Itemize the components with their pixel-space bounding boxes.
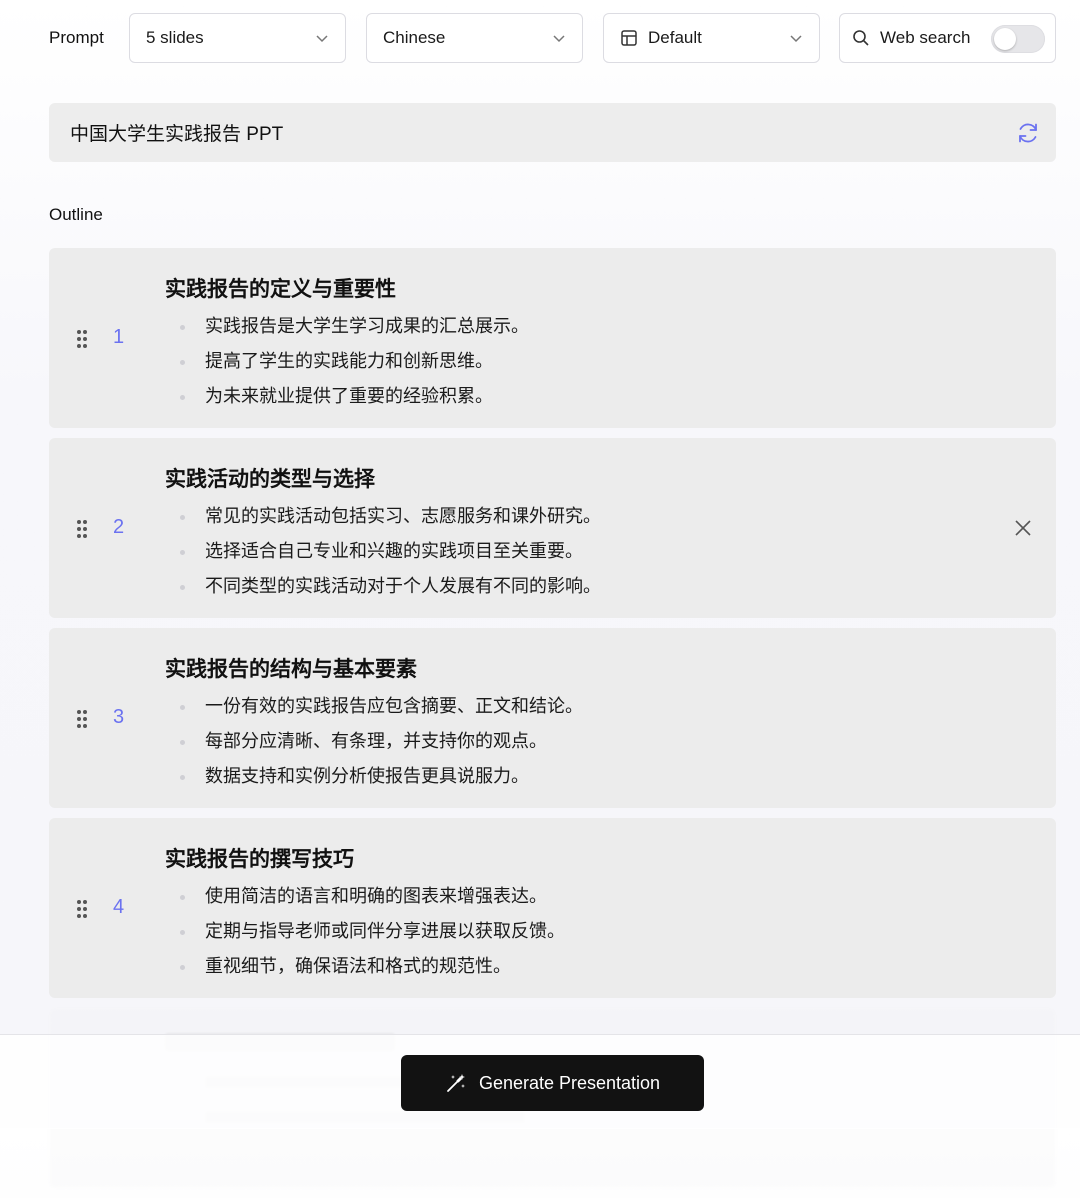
- web-search-label: Web search: [880, 28, 971, 47]
- slide-number: 1: [113, 326, 125, 348]
- slides-count-select[interactable]: 5 slides: [129, 13, 346, 63]
- bullet-list: 常见的实践活动包括实习、志愿服务和课外研究。 选择适合自己专业和兴趣的实践项目至…: [165, 499, 601, 604]
- bullet-item[interactable]: 提高了学生的实践能力和创新思维。: [165, 344, 529, 379]
- bullet-list: 使用简洁的语言和明确的图表来增强表达。 定期与指导老师或同伴分享进展以获取反馈。…: [165, 879, 565, 984]
- outline-card: 4 实践报告的撰写技巧 使用简洁的语言和明确的图表来增强表达。 定期与指导老师或…: [49, 818, 1056, 998]
- slide-number: 2: [113, 516, 125, 538]
- slides-count-value: 5 slides: [146, 28, 204, 47]
- bullet-item[interactable]: 为未来就业提供了重要的经验积累。: [165, 379, 529, 414]
- web-search-control: Web search: [839, 13, 1056, 63]
- bullet-list: 一份有效的实践报告应包含摘要、正文和结论。 每部分应清晰、有条理，并支持你的观点…: [165, 689, 583, 794]
- search-icon: [853, 30, 869, 46]
- prompt-label: Prompt: [49, 28, 104, 47]
- outline-card: 1 实践报告的定义与重要性 实践报告是大学生学习成果的汇总展示。 提高了学生的实…: [49, 248, 1056, 428]
- bullet-item[interactable]: 每部分应清晰、有条理，并支持你的观点。: [165, 724, 583, 759]
- bullet-item[interactable]: 一份有效的实践报告应包含摘要、正文和结论。: [165, 689, 583, 724]
- chevron-down-icon: [790, 35, 802, 43]
- toggle-knob: [994, 28, 1016, 50]
- outline-heading: Outline: [49, 205, 103, 224]
- language-select[interactable]: Chinese: [366, 13, 583, 63]
- chevron-down-icon: [316, 35, 328, 43]
- slide-title[interactable]: 实践活动的类型与选择: [165, 463, 375, 493]
- web-search-toggle[interactable]: [991, 25, 1045, 53]
- slide-title[interactable]: 实践报告的定义与重要性: [165, 273, 396, 303]
- slide-number: 4: [113, 896, 125, 918]
- toolbar: Prompt 5 slides Chinese Default Web sear…: [49, 13, 1056, 63]
- generate-button-label: Generate Presentation: [478, 1072, 661, 1093]
- bullet-item[interactable]: 重视细节，确保语法和格式的规范性。: [165, 949, 565, 984]
- bullet-list: 实践报告是大学生学习成果的汇总展示。 提高了学生的实践能力和创新思维。 为未来就…: [165, 309, 529, 414]
- language-value: Chinese: [383, 28, 446, 47]
- close-icon[interactable]: [1014, 519, 1032, 537]
- bullet-item[interactable]: 选择适合自己专业和兴趣的实践项目至关重要。: [165, 534, 601, 569]
- chevron-down-icon: [553, 35, 565, 43]
- drag-handle-icon[interactable]: [76, 329, 88, 349]
- drag-handle-icon[interactable]: [76, 899, 88, 919]
- slide-number: 3: [113, 706, 125, 728]
- outline-card: 2 实践活动的类型与选择 常见的实践活动包括实习、志愿服务和课外研究。 选择适合…: [49, 438, 1056, 618]
- generate-presentation-button[interactable]: Generate Presentation: [401, 1055, 704, 1111]
- outline-card: 3 实践报告的结构与基本要素 一份有效的实践报告应包含摘要、正文和结论。 每部分…: [49, 628, 1056, 808]
- drag-handle-icon[interactable]: [76, 519, 88, 539]
- bullet-item[interactable]: 实践报告是大学生学习成果的汇总展示。: [165, 309, 529, 344]
- theme-select[interactable]: Default: [603, 13, 820, 63]
- layout-icon: [621, 30, 637, 46]
- topic-text: 中国大学生实践报告 PPT: [70, 124, 284, 145]
- theme-value: Default: [648, 28, 702, 47]
- refresh-icon[interactable]: [1016, 121, 1040, 145]
- bullet-item[interactable]: 使用简洁的语言和明确的图表来增强表达。: [165, 879, 565, 914]
- magic-wand-icon: [447, 1074, 465, 1092]
- bullet-item[interactable]: 不同类型的实践活动对于个人发展有不同的影响。: [165, 569, 601, 604]
- bullet-item[interactable]: 定期与指导老师或同伴分享进展以获取反馈。: [165, 914, 565, 949]
- slide-title[interactable]: 实践报告的撰写技巧: [165, 843, 354, 873]
- slide-title[interactable]: 实践报告的结构与基本要素: [165, 653, 417, 683]
- bullet-item[interactable]: 常见的实践活动包括实习、志愿服务和课外研究。: [165, 499, 601, 534]
- topic-input[interactable]: 中国大学生实践报告 PPT: [49, 103, 1056, 162]
- drag-handle-icon[interactable]: [76, 709, 88, 729]
- bullet-item[interactable]: 数据支持和实例分析使报告更具说服力。: [165, 759, 583, 794]
